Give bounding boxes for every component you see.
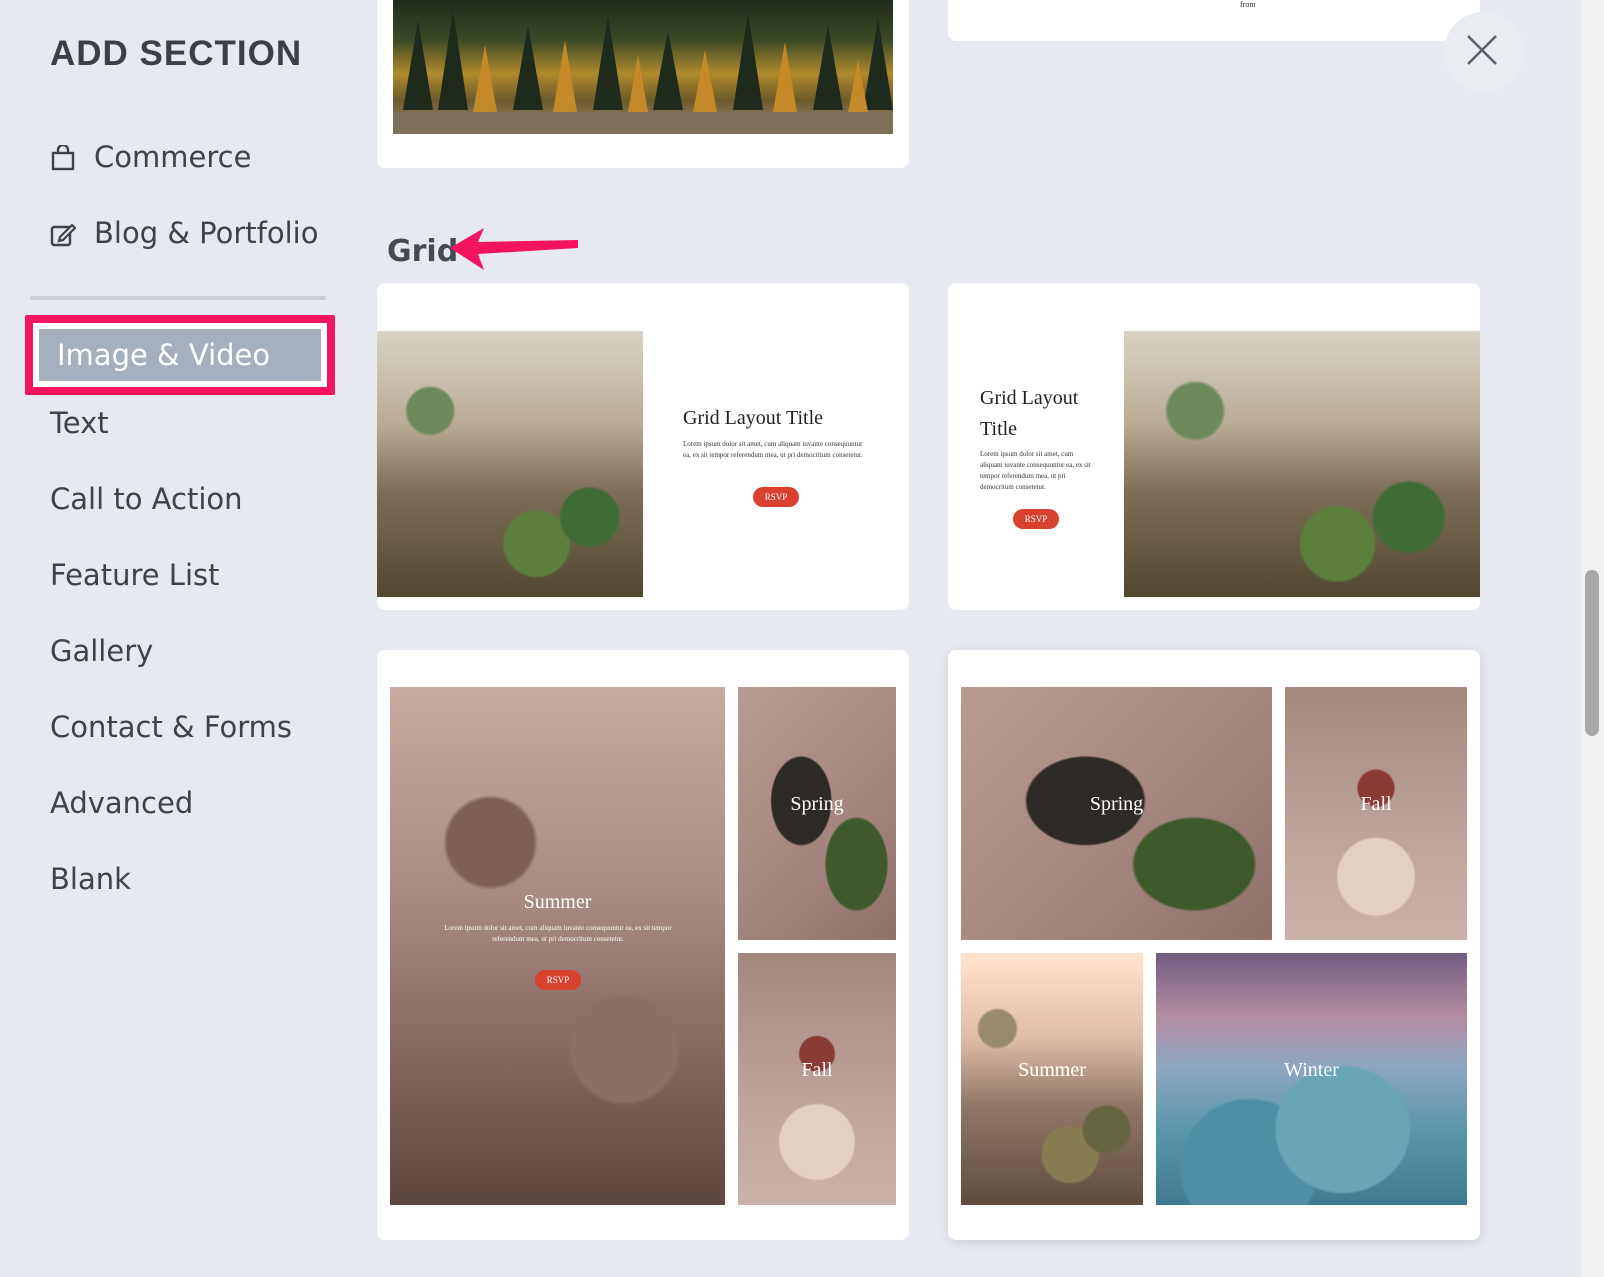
sidebar-item-call-to-action[interactable]: Call to Action (50, 482, 243, 516)
spring-tile: Spring (738, 687, 896, 940)
sidebar-item-commerce[interactable]: Commerce (50, 140, 251, 174)
fall-tile: Fall (1285, 687, 1467, 940)
tile-title: Spring (790, 793, 844, 815)
patio-image (1124, 331, 1480, 597)
tile-title: Spring (1089, 793, 1144, 815)
summer-tile: Summer (961, 953, 1143, 1205)
sidebar-item-contact-forms[interactable]: Contact & Forms (50, 710, 292, 744)
tile-title: Fall (801, 1059, 833, 1081)
patio-image (377, 331, 643, 597)
sidebar-item-blank[interactable]: Blank (50, 862, 131, 896)
sidebar-item-blog-portfolio[interactable]: Blog & Portfolio (50, 216, 318, 250)
rsvp-button[interactable]: RSVP (535, 970, 581, 990)
sidebar-item-gallery[interactable]: Gallery (50, 634, 153, 668)
sidebar-item-label: Feature List (50, 558, 220, 592)
edit-icon (50, 220, 77, 247)
tile-title: Fall (1360, 793, 1392, 815)
tile-body: Lorem ipsum dolor sit amet, cum aliquam … (444, 924, 672, 943)
sidebar-item-label: Gallery (50, 634, 154, 668)
sidebar-item-advanced[interactable]: Advanced (50, 786, 193, 820)
grid-layout-card-image-left[interactable]: Grid Layout Title Lorem ipsum dolor sit … (377, 283, 909, 610)
sidebar-item-image-video[interactable]: Image & Video (39, 329, 321, 381)
tile-title: Summer (1018, 1059, 1086, 1081)
scrollbar-thumb[interactable] (1585, 570, 1599, 736)
rsvp-button[interactable]: RSVP (1013, 509, 1059, 529)
panel-title: ADD SECTION (50, 34, 303, 73)
summer-tile: Summer Lorem ipsum dolor sit amet, cum a… (390, 687, 725, 1205)
annotation-arrow-icon (450, 228, 578, 270)
sidebar: ADD SECTION Commerce Blog & Portfolio Im… (0, 0, 360, 1277)
section-preview-card[interactable] (377, 0, 909, 168)
spring-tile: Spring (961, 687, 1272, 940)
winter-tile: Winter (1156, 953, 1467, 1205)
sidebar-item-label: Image & Video (57, 338, 271, 372)
sidebar-item-label: Commerce (94, 140, 252, 174)
rsvp-button[interactable]: RSVP (753, 487, 799, 507)
grid-layout-body: Lorem ipsum dolor sit amet, cum aliquam … (683, 440, 863, 459)
close-icon (1467, 35, 1497, 65)
shopping-bag-icon (50, 143, 76, 171)
sidebar-item-label: Blog & Portfolio (94, 216, 319, 250)
section-preview-card[interactable]: from (948, 0, 1480, 41)
sidebar-item-label: Call to Action (50, 482, 243, 516)
sidebar-item-label: Text (50, 406, 109, 440)
grid-seasons-card-a[interactable]: Summer Lorem ipsum dolor sit amet, cum a… (377, 650, 909, 1240)
annotation-highlight-box: Image & Video (25, 315, 335, 395)
grid-layout-title: Grid Layout Title (683, 407, 824, 429)
sidebar-item-label: Contact & Forms (50, 710, 293, 744)
grid-seasons-card-b[interactable]: Spring Fall Summer Winter (948, 650, 1480, 1240)
grid-layout-title: Grid Layout Title (980, 387, 1079, 440)
tile-title: Winter (1284, 1059, 1339, 1081)
forest-image (393, 0, 893, 134)
close-button[interactable] (1444, 12, 1524, 92)
sidebar-item-text[interactable]: Text (50, 406, 109, 440)
sidebar-item-feature-list[interactable]: Feature List (50, 558, 220, 592)
preview-text: from (1240, 0, 1256, 9)
sidebar-item-label: Blank (50, 862, 131, 896)
divider (30, 296, 326, 300)
fall-tile: Fall (738, 953, 896, 1205)
sidebar-item-label: Advanced (50, 786, 194, 820)
tile-title: Summer (523, 891, 592, 913)
grid-layout-card-image-right[interactable]: Grid Layout Title Lorem ipsum dolor sit … (948, 283, 1480, 610)
grid-layout-body: Lorem ipsum dolor sit amet, cum aliquam … (980, 450, 1091, 491)
